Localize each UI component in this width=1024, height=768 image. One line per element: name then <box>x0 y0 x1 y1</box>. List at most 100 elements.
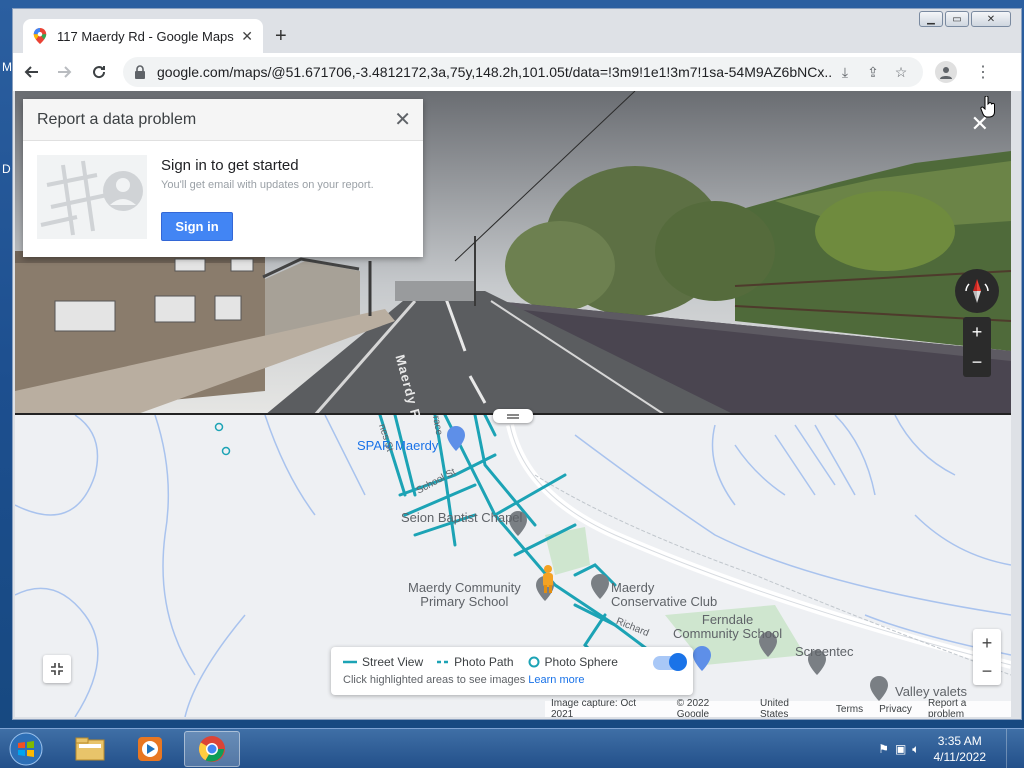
action-center-flag-icon[interactable]: ⚑ <box>878 742 889 757</box>
privacy-link[interactable]: Privacy <box>879 704 912 715</box>
reload-icon <box>93 66 106 79</box>
solid-line-icon <box>343 660 357 664</box>
legend-row: Street View Photo Path Photo Sphere <box>343 655 632 669</box>
taskbar-clock[interactable]: 3:35 AM 4/11/2022 <box>934 733 987 765</box>
chrome-menu-icon[interactable]: ⋮ <box>975 62 991 82</box>
legend-street-view-label: Street View <box>362 655 424 669</box>
map-label-seion-chapel[interactable]: Seion Baptist Chapel <box>401 511 522 525</box>
terms-link[interactable]: Terms <box>836 704 863 715</box>
back-button[interactable] <box>15 56 47 88</box>
map-label-ferndale-line1: Ferndale <box>701 612 754 627</box>
map-footer: Image capture: Oct 2021 © 2022 Google Un… <box>545 698 1011 717</box>
street-view-zoom-out-button[interactable]: − <box>972 352 983 373</box>
map-label-ferndale-line2: Community School <box>673 626 783 641</box>
map-label-conservative-line1: Maerdy <box>611 580 655 595</box>
map-label-primary-school[interactable]: Maerdy Community Primary School <box>408 581 521 609</box>
desktop-edge-glyph: M <box>2 60 12 74</box>
compass-icon[interactable] <box>955 269 999 313</box>
map-label-conservative-club[interactable]: Maerdy Conservative Club <box>611 581 717 609</box>
volume-icon[interactable]: 🔈︎ <box>912 742 919 757</box>
legend-photo-path: Photo Path <box>437 655 514 669</box>
maps-content: Maerdy Rd ✕ + − Report a data problem ✕ … <box>15 91 1011 717</box>
new-tab-button[interactable]: + <box>275 25 287 48</box>
report-dialog-header: Report a data problem ✕ <box>23 99 423 141</box>
map-user-illustration-icon <box>37 155 147 239</box>
chrome-window: ▁ ▭ ✕ 117 Maerdy Rd - Google Maps ✕ + go… <box>12 8 1022 720</box>
map-label-screentec[interactable]: Screentec <box>795 645 854 659</box>
image-capture-date: Image capture: Oct 2021 <box>551 698 637 717</box>
clock-date: 4/11/2022 <box>933 750 987 764</box>
close-dialog-icon[interactable]: ✕ <box>394 107 411 132</box>
google-maps-pin-icon <box>33 28 47 44</box>
sign-in-button[interactable]: Sign in <box>161 212 233 241</box>
signin-subtitle: You'll get email with updates on your re… <box>161 179 374 191</box>
map-label-valley-valets[interactable]: Valley valets <box>895 685 967 699</box>
hand-cursor-icon <box>980 96 995 118</box>
legend-hint-text: Click highlighted areas to see images <box>343 674 526 686</box>
media-player-icon <box>138 737 162 761</box>
report-dialog-title: Report a data problem <box>37 110 197 128</box>
dashed-line-icon <box>437 660 450 664</box>
map-label-primary-school-line1: Maerdy Community <box>408 580 521 595</box>
legend-photo-sphere: Photo Sphere <box>528 655 618 669</box>
url-text: google.com/maps/@51.671706,-3.4812172,3a… <box>157 64 831 80</box>
tray-icons: ⚑ ▣ 🔈︎ <box>878 742 919 757</box>
circle-icon <box>528 656 540 668</box>
profile-avatar-icon[interactable] <box>935 61 957 83</box>
show-desktop-button[interactable] <box>1006 729 1018 768</box>
tab-close-icon[interactable]: ✕ <box>241 28 253 45</box>
legend-street-view: Street View <box>343 655 423 669</box>
maximize-window-button[interactable]: ▭ <box>945 11 969 27</box>
share-icon[interactable]: ⇪ <box>859 64 887 81</box>
map-label-spar[interactable]: SPAR Maerdy <box>357 439 438 453</box>
browser-tab[interactable]: 117 Maerdy Rd - Google Maps ✕ <box>23 19 263 53</box>
address-bar[interactable]: google.com/maps/@51.671706,-3.4812172,3a… <box>123 57 923 87</box>
street-view-legend: Street View Photo Path Photo Sphere Clic… <box>331 647 693 695</box>
taskbar-media-player[interactable] <box>122 731 178 767</box>
browser-toolbar: google.com/maps/@51.671706,-3.4812172,3a… <box>13 53 1021 91</box>
windows-taskbar: ⚑ ▣ 🔈︎ 3:35 AM 4/11/2022 <box>0 728 1024 768</box>
collapse-map-button[interactable] <box>43 655 71 683</box>
map-zoom-out-button[interactable]: − <box>982 661 993 682</box>
report-dialog-body: Sign in to get started You'll get email … <box>23 141 423 257</box>
folder-icon <box>75 737 105 761</box>
clock-time: 3:35 AM <box>937 734 982 748</box>
street-view-zoom-in-button[interactable]: + <box>972 322 983 343</box>
system-tray: ⚑ ▣ 🔈︎ 3:35 AM 4/11/2022 <box>878 729 1018 768</box>
forward-button[interactable] <box>49 56 81 88</box>
taskbar-file-explorer[interactable] <box>62 731 118 767</box>
install-app-icon[interactable]: ⤓ <box>831 64 859 81</box>
signin-heading: Sign in to get started <box>161 157 299 174</box>
country-link[interactable]: United States <box>760 698 820 717</box>
windows-logo-icon <box>9 732 43 766</box>
learn-more-link[interactable]: Learn more <box>528 674 584 686</box>
report-problem-link[interactable]: Report a problem <box>928 698 1005 717</box>
map-label-primary-school-line2: Primary School <box>420 594 509 609</box>
network-icon[interactable]: ▣ <box>895 742 906 757</box>
report-data-problem-dialog: Report a data problem ✕ Sign in to get s… <box>23 99 423 257</box>
street-view-zoom-control: + − <box>963 317 991 377</box>
chrome-icon <box>199 736 225 762</box>
map-label-terrace: rrace <box>429 415 445 437</box>
lock-icon <box>135 65 145 79</box>
street-view-layer-toggle[interactable] <box>653 653 687 671</box>
map-label-ferndale-school[interactable]: Ferndale Community School <box>673 613 782 641</box>
taskbar-chrome[interactable] <box>184 731 240 767</box>
panel-resize-handle[interactable] <box>493 409 533 423</box>
desktop-edge-glyph: D <box>2 162 11 176</box>
copyright-text: © 2022 Google <box>676 698 710 717</box>
map-label-conservative-line2: Conservative Club <box>611 594 718 609</box>
tab-title: 117 Maerdy Rd - Google Maps <box>57 28 234 44</box>
map-panel[interactable]: SPAR Maerdy School St Seion Baptist Chap… <box>15 415 1011 717</box>
minimize-window-button[interactable]: ▁ <box>919 11 943 27</box>
legend-photo-sphere-label: Photo Sphere <box>544 655 618 669</box>
legend-hint: Click highlighted areas to see images Le… <box>343 674 585 686</box>
map-zoom-in-button[interactable]: + <box>982 633 993 654</box>
back-arrow-icon <box>24 66 38 78</box>
forward-arrow-icon <box>58 66 72 78</box>
bookmark-star-icon[interactable]: ☆ <box>887 64 915 81</box>
window-caption-buttons: ▁ ▭ ✕ <box>919 11 1011 27</box>
reload-button[interactable] <box>83 56 115 88</box>
start-button[interactable] <box>4 730 48 768</box>
close-window-button[interactable]: ✕ <box>971 11 1011 27</box>
